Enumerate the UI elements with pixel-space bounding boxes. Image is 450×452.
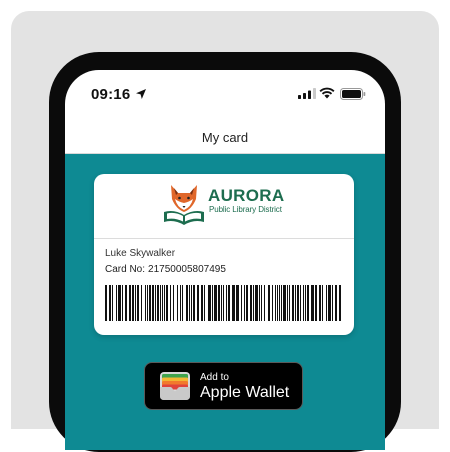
phone-screen: 09:16 My card AURORA Public Library Dist… [65, 70, 385, 450]
wallet-button-label: Apple Wallet [200, 384, 290, 401]
page-title: My card [201, 130, 249, 145]
wifi-icon [319, 87, 335, 99]
location-arrow-icon [136, 89, 146, 99]
barcode [105, 285, 341, 321]
cellular-signal-icon [298, 88, 316, 99]
battery-icon [340, 88, 366, 100]
card-holder-name: Luke Skywalker [105, 248, 176, 259]
wallet-button-small-label: Add to [200, 372, 229, 383]
library-card: AURORA Public Library District Luke Skyw… [94, 174, 354, 335]
wallet-icon [160, 372, 190, 400]
add-to-apple-wallet-button[interactable]: Add to Apple Wallet [144, 362, 303, 410]
card-number-value: 21750005807495 [148, 264, 226, 275]
card-number-label: Card No: [105, 264, 146, 275]
library-name: AURORA [208, 186, 285, 205]
fox-book-icon [164, 185, 204, 225]
card-divider [94, 238, 354, 239]
status-bar: 09:16 [65, 70, 385, 118]
status-time: 09:16 [91, 86, 131, 103]
library-subtitle: Public Library District [209, 205, 282, 214]
card-number-row: Card No: 21750005807495 [105, 264, 226, 275]
library-logo: AURORA Public Library District [94, 174, 354, 237]
